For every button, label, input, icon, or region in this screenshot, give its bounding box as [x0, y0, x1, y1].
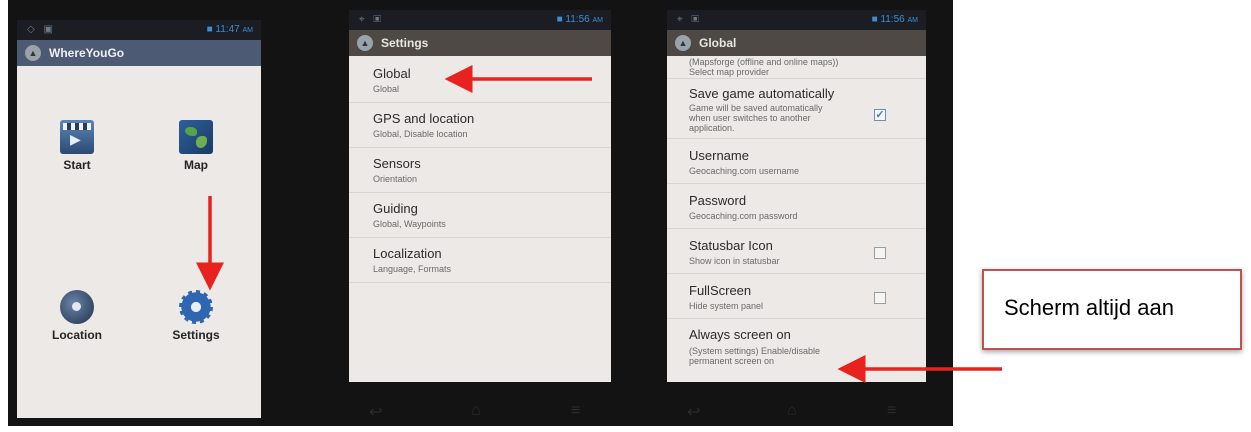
pref-password[interactable]: Password Geocaching.com password — [667, 184, 926, 229]
item-summary: Language, Formats — [373, 264, 452, 274]
notification-icons: ⌖ ▣ — [359, 14, 385, 25]
pref-title: Username — [689, 148, 749, 163]
clapperboard-icon — [60, 120, 94, 154]
annotation-callout: Scherm altijd aan — [982, 269, 1242, 350]
fullscreen-checkbox[interactable] — [874, 292, 886, 304]
android-nav-bar: ↩ ⌂ ≡ — [349, 392, 611, 432]
settings-item-guiding[interactable]: Guiding Global, Waypoints — [349, 193, 611, 238]
home-icon[interactable]: ⌂ — [787, 402, 797, 420]
settings-title-bar: ▲ Settings — [349, 30, 611, 56]
item-summary: Orientation — [373, 174, 418, 184]
pref-map-provider[interactable]: (Mapsforge (offline and online maps)) Se… — [667, 56, 926, 79]
app-title-bar: ▲ WhereYouGo — [17, 40, 261, 66]
satellite-dish-icon — [60, 290, 94, 324]
globe-map-icon — [179, 120, 213, 154]
pref-summary: Hide system panel — [689, 301, 764, 311]
status-bar: ⌖ ▣ ■ 11:56 AM — [667, 10, 926, 30]
menu-icon[interactable]: ≡ — [571, 402, 580, 420]
settings-item-gps[interactable]: GPS and location Global, Disable locatio… — [349, 103, 611, 148]
global-settings-screen: ⌖ ▣ ■ 11:56 AM ▲ Global (Mapsforge (offl… — [667, 10, 926, 382]
map-label: Map — [184, 158, 208, 172]
annotation-text: Scherm altijd aan — [1004, 295, 1174, 320]
item-title: Global — [373, 66, 411, 81]
pref-save-game[interactable]: Save game automatically Game will be sav… — [667, 79, 926, 139]
pref-summary: Show icon in statusbar — [689, 256, 780, 266]
preference-list[interactable]: (Mapsforge (offline and online maps)) Se… — [667, 56, 926, 382]
status-bar: ◇ ▣ ■ 11:47 AM — [17, 20, 261, 40]
notification-icons: ⌖ ▣ — [677, 14, 703, 25]
save-game-checkbox[interactable]: ✓ — [874, 109, 886, 121]
pref-title: FullScreen — [689, 283, 752, 298]
item-title: Localization — [373, 246, 442, 261]
global-title: Global — [699, 36, 737, 50]
pref-summary: Game will be saved automatically when us… — [689, 103, 823, 133]
location-tile[interactable]: Location — [32, 290, 122, 342]
pref-summary: Geocaching.com password — [689, 211, 798, 221]
home-icon[interactable]: ⌂ — [471, 402, 481, 420]
app-icon[interactable]: ▲ — [675, 35, 691, 51]
item-title: Guiding — [373, 201, 418, 216]
item-summary: Global — [373, 84, 400, 94]
main-menu-screen: ◇ ▣ ■ 11:47 AM ▲ WhereYouGo Start Map Lo… — [17, 20, 261, 418]
item-summary: Global, Waypoints — [373, 219, 446, 229]
menu-icon[interactable]: ≡ — [887, 402, 896, 420]
pref-title: Always screen on — [689, 327, 791, 342]
global-title-bar: ▲ Global — [667, 30, 926, 56]
pref-summary: (System settings) Enable/disable permane… — [689, 346, 821, 366]
settings-item-sensors[interactable]: Sensors Orientation — [349, 148, 611, 193]
status-clock: ■ 11:47 AM — [206, 24, 253, 35]
map-tile[interactable]: Map — [151, 120, 241, 172]
location-label: Location — [52, 328, 102, 342]
settings-item-localization[interactable]: Localization Language, Formats — [349, 238, 611, 283]
android-nav-bar: ↩ ⌂ ≡ — [667, 392, 926, 432]
pref-username[interactable]: Username Geocaching.com username — [667, 139, 926, 184]
status-bar: ⌖ ▣ ■ 11:56 AM — [349, 10, 611, 30]
back-icon[interactable]: ↩ — [369, 402, 382, 422]
item-summary: Global, Disable location — [373, 129, 468, 139]
pref-always-screen-on[interactable]: Always screen on (System settings) Enabl… — [667, 319, 926, 379]
pref-summary: (Mapsforge (offline and online maps)) Se… — [689, 57, 839, 77]
pref-title: Statusbar Icon — [689, 238, 773, 253]
app-icon: ▲ — [25, 45, 41, 61]
app-title: WhereYouGo — [49, 46, 125, 60]
start-tile[interactable]: Start — [32, 120, 122, 172]
gear-icon — [179, 290, 213, 324]
status-clock: ■ 11:56 AM — [556, 14, 603, 25]
pref-summary: Geocaching.com username — [689, 166, 800, 176]
settings-label: Settings — [172, 328, 220, 342]
notification-icons: ◇ ▣ — [27, 24, 56, 35]
settings-item-global[interactable]: Global Global — [349, 58, 611, 103]
item-title: Sensors — [373, 156, 421, 171]
pref-title: Save game automatically — [689, 86, 835, 101]
settings-tile[interactable]: Settings — [151, 290, 241, 342]
back-icon[interactable]: ↩ — [687, 402, 700, 422]
status-clock: ■ 11:56 AM — [871, 14, 918, 25]
settings-title: Settings — [381, 36, 429, 50]
start-label: Start — [63, 158, 91, 172]
pref-fullscreen[interactable]: FullScreen Hide system panel — [667, 274, 926, 319]
app-icon[interactable]: ▲ — [357, 35, 373, 51]
settings-screen: ⌖ ▣ ■ 11:56 AM ▲ Settings Global Global … — [349, 10, 611, 382]
pref-title: Password — [689, 193, 747, 208]
pref-statusbar-icon[interactable]: Statusbar Icon Show icon in statusbar — [667, 229, 926, 274]
statusbar-icon-checkbox[interactable] — [874, 247, 886, 259]
item-title: GPS and location — [373, 111, 475, 126]
